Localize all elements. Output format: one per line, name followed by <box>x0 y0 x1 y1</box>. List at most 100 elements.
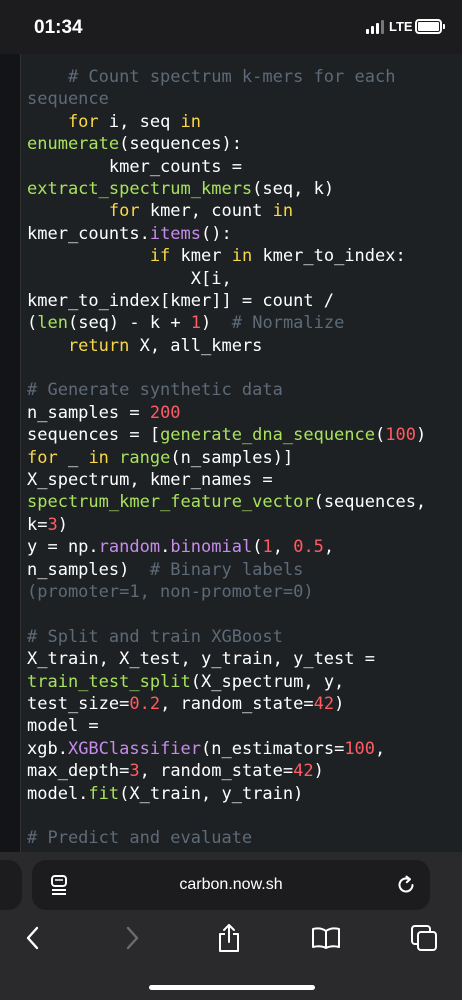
code-token-name: xgb. <box>27 738 68 759</box>
code-token-name: model. <box>27 783 89 804</box>
code-token-num: 0.2 <box>129 693 161 714</box>
code-token-func: train_test_split <box>27 671 191 692</box>
code-token-name: X_spectrum, kmer_names = <box>27 470 273 491</box>
network-type-label: LTE <box>389 19 413 34</box>
code-token-name: kmer_counts <box>27 156 232 177</box>
code-token-name: ( <box>27 313 38 334</box>
code-token-comment: # Generate synthetic data <box>27 380 283 401</box>
code-token-name <box>109 448 119 468</box>
code-token-keyword: for <box>27 111 99 132</box>
code-token-name: kmer_to_index[kmer]] = count / <box>27 290 335 311</box>
code-token-name: (seq) - k + <box>67 313 191 334</box>
code-line: (promoter=1, non-promoter=0) <box>27 581 457 603</box>
code-line: sequences = [generate_dna_sequence(100) <box>27 424 457 446</box>
code-line: max_depth=3, random_state=42) <box>27 760 457 782</box>
code-token-keyword: in <box>88 447 109 468</box>
code-token-keyword: return <box>27 335 130 356</box>
code-line: if kmer in kmer_to_index: <box>27 245 457 267</box>
code-token-name: X_train, X_test, y_train, y_test = <box>27 649 375 670</box>
code-token-name: i, seq <box>98 111 181 132</box>
code-line: # Count spectrum k-mers for each <box>27 66 457 88</box>
code-line: (len(seq) - k + 1) # Normalize <box>27 312 457 334</box>
code-token-name: , random_state= <box>139 761 294 782</box>
code-block[interactable]: # Count spectrum k-mers for each sequence… <box>27 66 457 850</box>
code-line: xgb.XGBClassifier(n_estimators=100, <box>27 738 457 760</box>
share-button[interactable] <box>209 920 249 956</box>
code-token-attr: binomial <box>170 537 253 558</box>
code-token-keyword: for <box>27 447 58 468</box>
forward-button[interactable] <box>112 920 152 956</box>
code-line: for _ in range(n_samples)] <box>27 447 457 469</box>
code-token-comment: # Normalize <box>231 313 345 334</box>
bookmarks-button[interactable] <box>306 920 346 956</box>
forward-chevron-icon <box>126 926 139 950</box>
code-line: enumerate(sequences): <box>27 133 457 155</box>
code-token-name: kmer, count <box>139 201 273 222</box>
code-token-name: . <box>160 537 171 558</box>
home-indicator <box>149 985 315 990</box>
code-token-name: _ <box>57 447 89 468</box>
code-token-name: , <box>375 738 386 759</box>
cellular-signal-icon <box>366 20 386 34</box>
code-token-name: ( <box>252 537 263 558</box>
code-line: spectrum_kmer_feature_vector(sequences, <box>27 491 457 513</box>
code-line: X_spectrum, kmer_names = <box>27 469 457 491</box>
code-line: return X, all_kmers <box>27 335 457 357</box>
code-token-name: test_size= <box>27 693 130 714</box>
code-line: X[i, <box>27 268 457 290</box>
battery-icon <box>415 19 442 34</box>
code-line: for i, seq in <box>27 111 457 133</box>
share-icon <box>219 924 239 952</box>
code-token-keyword: in <box>231 246 253 267</box>
code-token-num: 3 <box>129 761 140 782</box>
code-token-keyword: in <box>272 201 294 222</box>
code-token-name: (): <box>201 223 232 244</box>
code-line: kmer_counts.items(): <box>27 223 457 245</box>
code-token-name: kmer <box>170 246 232 267</box>
code-token-name: = <box>231 156 242 177</box>
code-token-name: ) <box>201 313 232 334</box>
code-token-name: ( <box>375 425 386 446</box>
code-token-keyword: for <box>27 201 140 222</box>
code-token-name: ) <box>57 514 68 535</box>
code-token-builtin: enumerate <box>27 134 120 155</box>
url-text[interactable]: carbon.now.sh <box>32 860 430 910</box>
code-token-name: max_depth= <box>27 761 130 782</box>
code-token-name: n_samples = <box>27 402 150 423</box>
code-line: # Predict and evaluate <box>27 827 457 849</box>
code-token-name: kmer_to_index: <box>252 246 406 267</box>
battery-tip <box>443 24 445 29</box>
reload-icon[interactable] <box>396 875 416 895</box>
code-token-attr: items <box>149 223 202 244</box>
code-token-name: (sequences, <box>313 492 427 513</box>
code-line: # Generate synthetic data <box>27 379 457 401</box>
tabs-button[interactable] <box>404 920 444 956</box>
code-token-attr: random <box>98 537 161 558</box>
code-token-name: ) <box>334 693 345 714</box>
code-token-num: 42 <box>293 761 314 782</box>
previous-tab-pill[interactable] <box>0 860 22 910</box>
code-token-comment: # Count spectrum k-mers for each <box>27 67 396 87</box>
code-token-num: 200 <box>149 402 181 423</box>
code-token-name: , random_state= <box>160 693 314 714</box>
code-token-name: y = np. <box>27 537 99 558</box>
code-line: for kmer, count in <box>27 200 457 222</box>
bookmarks-icon <box>312 927 340 949</box>
code-token-name: kmer_counts. <box>27 223 150 244</box>
code-token-name: X, all_kmers <box>129 335 263 356</box>
code-token-keyword: in <box>180 111 202 132</box>
code-token-attr: XGBClassifier <box>67 738 202 759</box>
code-token-name: (n_samples)] <box>170 447 294 468</box>
code-line: sequence <box>27 88 457 110</box>
code-token-name: (X_spectrum, y, <box>190 671 345 692</box>
code-token-num: 1 <box>190 313 202 334</box>
code-token-num: 100 <box>344 738 376 759</box>
back-button[interactable] <box>13 920 53 956</box>
code-token-name: , <box>272 537 294 558</box>
address-bar[interactable]: carbon.now.sh <box>32 860 430 910</box>
code-token-func: fit <box>88 783 120 804</box>
code-token-name: model = <box>27 716 99 737</box>
code-line: n_samples) # Binary labels <box>27 559 457 581</box>
